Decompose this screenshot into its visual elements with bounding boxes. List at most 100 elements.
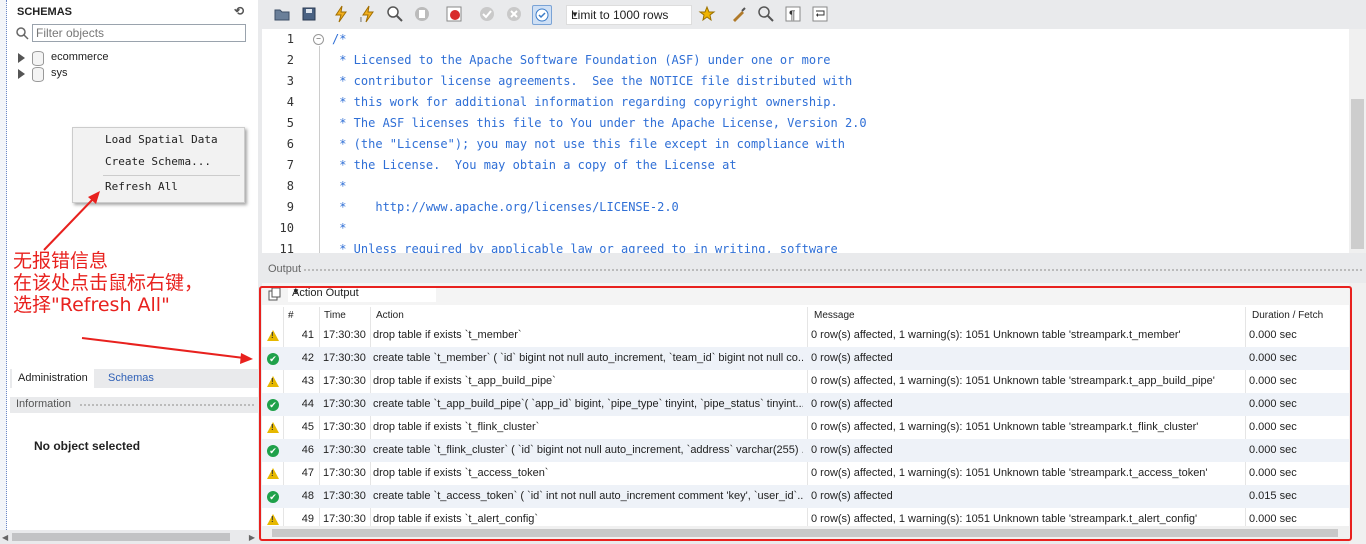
annotation-line: 在该处点击鼠标右键， — [13, 272, 204, 294]
cell-message: 0 row(s) affected, 1 warning(s): 1051 Un… — [811, 467, 1208, 479]
editor-vertical-scrollbar[interactable] — [1349, 29, 1366, 253]
cell-number: 41 — [301, 329, 314, 341]
cell-time: 17:30:30 — [323, 375, 366, 387]
cell-action: drop table if exists `t_access_token` — [373, 467, 549, 479]
svg-text:I: I — [360, 17, 362, 23]
open-folder-icon[interactable] — [273, 5, 291, 23]
code-line: * http://www.apache.org/licenses/LICENSE… — [332, 200, 679, 214]
cell-number: 45 — [301, 421, 314, 433]
cell-duration: 0.000 sec — [1249, 375, 1297, 387]
scroll-right-icon[interactable]: ▶ — [249, 533, 255, 542]
cell-action: drop table if exists `t_app_build_pipe` — [373, 375, 556, 387]
find-icon[interactable] — [757, 5, 775, 23]
save-icon[interactable] — [300, 5, 318, 23]
context-menu: Load Spatial Data Create Schema... Refre… — [72, 127, 245, 203]
svg-text:¶: ¶ — [789, 8, 795, 22]
table-row[interactable]: 45 17:30:30 drop table if exists `t_flink_… — [262, 416, 1349, 439]
rollback-icon[interactable] — [505, 5, 523, 23]
scrollbar-thumb[interactable] — [12, 533, 230, 541]
menu-item-create-schema[interactable]: Create Schema... — [105, 155, 211, 168]
cell-action: create table `t_access_token` ( `id` int… — [373, 490, 803, 502]
menu-item-refresh-all[interactable]: Refresh All — [105, 180, 178, 193]
column-header-message[interactable]: Message — [814, 307, 855, 325]
cell-number: 44 — [301, 398, 314, 410]
output-horizontal-scrollbar[interactable] — [262, 526, 1349, 540]
beautify-icon[interactable] — [730, 5, 748, 23]
expand-arrow-icon[interactable] — [18, 53, 25, 63]
code-line: * Unless required by applicable law or a… — [332, 242, 838, 253]
cell-message: 0 row(s) affected, 1 warning(s): 1051 Un… — [811, 421, 1199, 433]
fold-toggle-icon[interactable]: − — [313, 34, 324, 45]
wrap-icon[interactable] — [811, 5, 829, 23]
scrollbar-thumb[interactable] — [272, 529, 1338, 537]
line-number: 2 — [286, 53, 294, 67]
sql-editor[interactable]: − 1 /* 2 * Licensed to the Apache Software… — [262, 29, 1349, 253]
toggle-error-icon[interactable] — [445, 5, 463, 23]
tree-item-sys[interactable]: sys — [18, 67, 138, 82]
cell-duration: 0.000 sec — [1249, 398, 1297, 410]
horizontal-scrollbar[interactable]: ◀ ▶ — [0, 530, 258, 544]
cell-number: 43 — [301, 375, 314, 387]
line-number: 5 — [286, 116, 294, 130]
column-header-time[interactable]: Time — [324, 307, 346, 325]
column-header-num[interactable]: # — [288, 307, 294, 325]
cell-time: 17:30:30 — [323, 352, 366, 364]
header-grip — [80, 404, 254, 406]
output-type-select[interactable]: Action Output ▼ — [288, 286, 436, 302]
code-line: * the License. You may obtain a copy of … — [332, 158, 737, 172]
output-toolbar: Action Output ▼ — [262, 283, 1349, 305]
invisible-chars-icon[interactable]: ¶ — [784, 5, 802, 23]
cell-action: create table `t_app_build_pipe`( `app_id… — [373, 398, 803, 410]
expand-arrow-icon[interactable] — [18, 69, 25, 79]
success-icon: ✔ — [267, 445, 279, 457]
cell-action: drop table if exists `t_member` — [373, 329, 522, 341]
cell-number: 47 — [301, 467, 314, 479]
no-object-label: No object selected — [34, 439, 141, 453]
success-icon: ✔ — [267, 353, 279, 365]
table-row[interactable]: ✔ 42 17:30:30 create table `t_member` ( `id… — [262, 347, 1349, 370]
execute-current-icon[interactable]: I — [359, 5, 377, 23]
cell-message: 0 row(s) affected — [811, 490, 893, 502]
line-number: 8 — [286, 179, 294, 193]
line-number: 1 — [286, 32, 294, 46]
limit-rows-select[interactable]: Limit to 1000 rows ▼ — [566, 5, 692, 25]
line-number: 11 — [279, 242, 294, 253]
tree-item-ecommerce[interactable]: ecommerce — [18, 51, 138, 66]
tab-administration[interactable]: Administration — [12, 369, 94, 388]
menu-item-load-spatial-data[interactable]: Load Spatial Data — [105, 133, 218, 146]
table-row[interactable]: ✔ 46 17:30:30 create table `t_flink_cluster… — [262, 439, 1349, 462]
cell-action: create table `t_member` ( `id` bigint no… — [373, 352, 803, 364]
cell-action: create table `t_flink_cluster` ( `id` bi… — [373, 444, 803, 456]
table-row[interactable]: 47 17:30:30 drop table if exists `t_access… — [262, 462, 1349, 485]
navigator-tabs: Administration Schemas — [10, 369, 258, 388]
autocommit-icon[interactable] — [532, 5, 552, 25]
output-vertical-scrollbar[interactable] — [1349, 283, 1366, 544]
scroll-left-icon[interactable]: ◀ — [2, 533, 8, 542]
cell-time: 17:30:30 — [323, 490, 366, 502]
cell-time: 17:30:30 — [323, 421, 366, 433]
explain-icon[interactable] — [386, 5, 404, 23]
cell-message: 0 row(s) affected, 1 warning(s): 1051 Un… — [811, 375, 1215, 387]
copy-icon[interactable] — [268, 287, 282, 301]
favorite-snippet-icon[interactable] — [698, 5, 716, 23]
database-icon — [32, 51, 44, 66]
column-header-duration[interactable]: Duration / Fetch — [1252, 307, 1323, 325]
scrollbar-thumb[interactable] — [1351, 99, 1364, 249]
commit-icon[interactable] — [478, 5, 496, 23]
column-header-action[interactable]: Action — [376, 307, 404, 325]
chevron-down-icon: ▼ — [292, 287, 300, 296]
annotation-text: 无报错信息 在该处点击鼠标右键， 选择"Refresh All" — [13, 250, 253, 316]
refresh-schemas-icon[interactable]: ⟲ — [234, 4, 244, 18]
table-row[interactable]: 43 17:30:30 drop table if exists `t_app_bu… — [262, 370, 1349, 393]
code-line: * contributor license agreements. See th… — [332, 74, 853, 88]
line-number: 4 — [286, 95, 294, 109]
table-row[interactable]: ✔ 48 17:30:30 create table `t_access_token`… — [262, 485, 1349, 508]
annotation-line: 选择"Refresh All" — [13, 294, 170, 316]
chevron-down-icon: ▼ — [571, 10, 579, 19]
tab-schemas[interactable]: Schemas — [102, 369, 160, 388]
execute-icon[interactable] — [332, 5, 350, 23]
table-row[interactable]: 41 17:30:30 drop table if exists `t_member… — [262, 324, 1349, 347]
table-row[interactable]: ✔ 44 17:30:30 create table `t_app_build_pip… — [262, 393, 1349, 416]
filter-objects-input[interactable] — [32, 24, 246, 42]
stop-icon[interactable] — [413, 5, 431, 23]
